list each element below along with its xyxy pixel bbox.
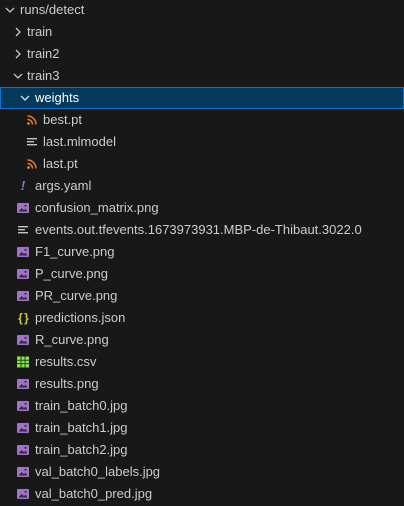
file-explorer-tree: runs/detect train train2 train3 weights (0, 0, 404, 505)
file-p-curve-png[interactable]: P_curve.png (0, 263, 404, 285)
file-label: last.pt (43, 156, 78, 171)
file-label: val_batch0_labels.jpg (35, 464, 161, 479)
chevron-right-icon[interactable] (10, 21, 26, 43)
file-label: results.png (35, 376, 99, 391)
file-label: confusion_matrix.png (35, 200, 159, 215)
file-r-curve-png[interactable]: R_curve.png (0, 329, 404, 351)
rss-icon (24, 109, 40, 131)
image-icon (15, 373, 31, 395)
file-predictions-json[interactable]: { } predictions.json (0, 307, 404, 329)
file-label: best.pt (43, 112, 83, 127)
file-label: events.out.tfevents.1673973931.MBP-de-Th… (35, 222, 362, 237)
file-val-batch0-labels-jpg[interactable]: val_batch0_labels.jpg (0, 461, 404, 483)
image-icon (15, 197, 31, 219)
file-label: results.csv (35, 354, 97, 369)
chevron-right-icon[interactable] (10, 43, 26, 65)
file-val-batch0-pred-jpg[interactable]: val_batch0_pred.jpg (0, 483, 404, 505)
folder-label: train3 (27, 68, 60, 83)
image-icon (15, 241, 31, 263)
file-label: last.mlmodel (43, 134, 116, 149)
image-icon (15, 461, 31, 483)
chevron-down-icon[interactable] (10, 65, 26, 87)
chevron-down-icon[interactable] (2, 0, 18, 21)
folder-train2[interactable]: train2 (0, 43, 404, 65)
lines-icon (15, 219, 31, 241)
file-label: P_curve.png (35, 266, 108, 281)
image-icon (15, 329, 31, 351)
file-args-yaml[interactable]: ! args.yaml (0, 175, 404, 197)
file-label: args.yaml (35, 178, 92, 193)
file-last-mlmodel[interactable]: last.mlmodel (0, 131, 404, 153)
folder-runs-detect[interactable]: runs/detect (0, 0, 404, 21)
file-f1-curve-png[interactable]: F1_curve.png (0, 241, 404, 263)
file-label: R_curve.png (35, 332, 109, 347)
file-best-pt[interactable]: best.pt (0, 109, 404, 131)
image-icon (15, 417, 31, 439)
image-icon (15, 285, 31, 307)
file-label: train_batch1.jpg (35, 420, 128, 435)
file-results-csv[interactable]: results.csv (0, 351, 404, 373)
file-confusion-matrix-png[interactable]: confusion_matrix.png (0, 197, 404, 219)
rss-icon (24, 153, 40, 175)
folder-train3[interactable]: train3 (0, 65, 404, 87)
chevron-down-icon[interactable] (17, 88, 33, 108)
file-train-batch1-jpg[interactable]: train_batch1.jpg (0, 417, 404, 439)
folder-label: train2 (27, 46, 60, 61)
file-events-tfevents[interactable]: events.out.tfevents.1673973931.MBP-de-Th… (0, 219, 404, 241)
lines-icon (24, 131, 40, 153)
file-label: PR_curve.png (35, 288, 118, 303)
folder-label: runs/detect (20, 2, 85, 17)
image-icon (15, 395, 31, 417)
image-icon (15, 483, 31, 505)
file-results-png[interactable]: results.png (0, 373, 404, 395)
folder-train[interactable]: train (0, 21, 404, 43)
file-label: train_batch2.jpg (35, 442, 128, 457)
image-icon (15, 439, 31, 461)
file-train-batch2-jpg[interactable]: train_batch2.jpg (0, 439, 404, 461)
file-label: predictions.json (35, 310, 126, 325)
exclamation-icon: ! (20, 178, 26, 193)
file-label: F1_curve.png (35, 244, 115, 259)
folder-weights[interactable]: weights (0, 87, 404, 109)
file-train-batch0-jpg[interactable]: train_batch0.jpg (0, 395, 404, 417)
braces-icon: { } (18, 311, 29, 325)
image-icon (15, 263, 31, 285)
table-icon (15, 351, 31, 373)
folder-label: train (27, 24, 53, 39)
folder-label: weights (35, 90, 80, 105)
file-pr-curve-png[interactable]: PR_curve.png (0, 285, 404, 307)
file-label: val_batch0_pred.jpg (35, 486, 153, 501)
file-label: train_batch0.jpg (35, 398, 128, 413)
file-last-pt[interactable]: last.pt (0, 153, 404, 175)
